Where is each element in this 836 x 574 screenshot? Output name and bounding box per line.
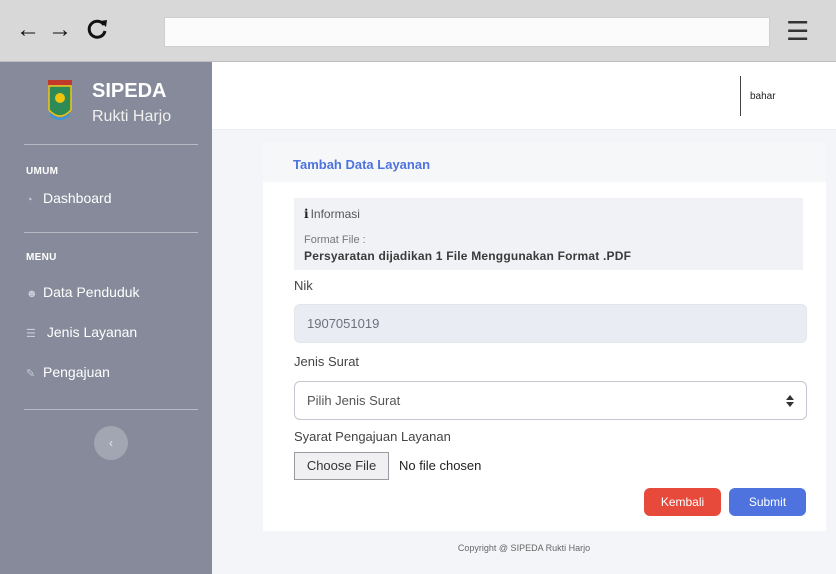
sidebar-item-jenis-layanan[interactable]: ☰ Jenis Layanan: [26, 324, 137, 340]
brand-title[interactable]: SIPEDA: [92, 80, 166, 103]
footer-copyright: Copyright @ SIPEDA Rukti Harjo: [457, 543, 591, 553]
users-icon: ☻: [26, 288, 38, 300]
edit-icon: ✎: [26, 368, 36, 380]
sidebar-item-label: Data Penduduk: [43, 284, 140, 300]
info-heading-text: Informasi: [310, 207, 360, 221]
list-icon: ☰: [26, 328, 36, 340]
topbar: bahar: [212, 62, 836, 130]
browser-toolbar: ← → ☰: [0, 0, 836, 62]
sidebar-divider: [24, 144, 198, 145]
jenis-surat-select[interactable]: Pilih Jenis Surat: [294, 381, 807, 420]
card-header: Tambah Data Layanan: [263, 142, 826, 182]
sidebar-divider: [24, 409, 198, 410]
hamburger-menu-icon[interactable]: ☰: [786, 16, 809, 47]
section-heading-menu: MENU: [26, 252, 57, 263]
file-status: No file chosen: [399, 458, 482, 473]
choose-file-button[interactable]: Choose File: [294, 452, 389, 480]
forward-arrow-icon[interactable]: →: [48, 18, 72, 42]
sidebar-toggle-button[interactable]: ‹: [94, 426, 128, 460]
sidebar-item-data-penduduk[interactable]: ☻ Data Penduduk: [26, 284, 140, 300]
section-heading-umum: UMUM: [26, 166, 59, 177]
sidebar-item-dashboard[interactable]: ◔ Dashboard: [26, 190, 112, 206]
reload-icon[interactable]: [84, 16, 110, 47]
chevron-left-icon: ‹: [109, 436, 113, 450]
jenis-surat-label: Jenis Surat: [294, 354, 360, 369]
user-name[interactable]: bahar: [750, 91, 776, 102]
nik-label: Nik: [294, 278, 313, 293]
address-bar[interactable]: [164, 17, 770, 47]
sidebar-item-label: Dashboard: [43, 190, 112, 206]
dashboard-icon: ◔: [26, 194, 33, 206]
brand-logo-icon: [48, 80, 72, 120]
form-card: Tambah Data Layanan i Informasi Format Fi…: [263, 142, 826, 531]
card-title: Tambah Data Layanan: [293, 157, 431, 172]
topbar-divider: [740, 76, 741, 116]
nik-field: 1907051019: [294, 304, 807, 343]
sidebar-divider: [24, 232, 198, 233]
info-label: Format File :: [304, 234, 366, 246]
sidebar-item-label: Pengajuan: [43, 364, 110, 380]
sidebar-item-label: Jenis Layanan: [46, 324, 138, 340]
sidebar: SIPEDA Rukti Harjo UMUM ◔ Dashboard MENU …: [0, 62, 212, 574]
sidebar-item-pengajuan[interactable]: ✎ Pengajuan: [26, 364, 110, 380]
kembali-button[interactable]: Kembali: [644, 488, 721, 516]
submit-button[interactable]: Submit: [729, 488, 806, 516]
info-text: Persyaratan dijadikan 1 File Menggunakan…: [304, 249, 632, 263]
select-arrows-icon: [786, 382, 794, 423]
info-icon: i: [304, 207, 309, 221]
info-heading: i Informasi: [304, 207, 360, 221]
syarat-label: Syarat Pengajuan Layanan: [294, 429, 451, 444]
brand-subtitle: Rukti Harjo: [92, 108, 172, 125]
info-alert: i Informasi Format File : Persyaratan dij…: [294, 198, 803, 270]
back-arrow-icon[interactable]: ←: [16, 18, 40, 42]
select-value: Pilih Jenis Surat: [307, 393, 401, 408]
